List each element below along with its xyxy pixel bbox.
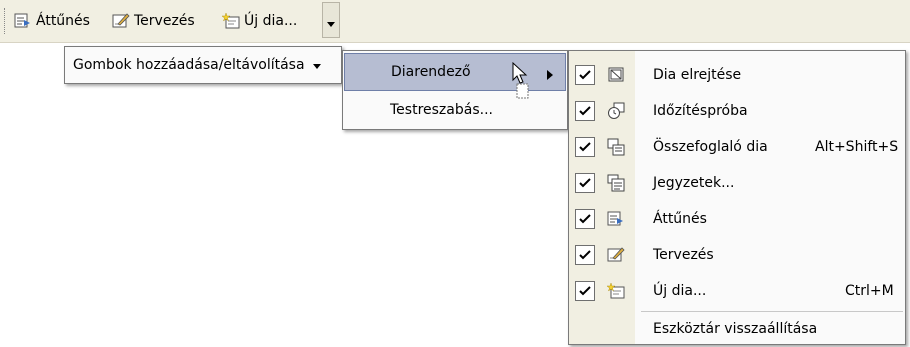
checkmark-icon[interactable] — [575, 173, 595, 193]
menu-item-label: Összefoglaló dia — [653, 139, 768, 155]
menu-item-shortcut: Ctrl+M — [845, 283, 894, 299]
rehearse-timings-icon — [607, 102, 625, 124]
menu-item-label: Tervezés — [653, 247, 714, 263]
menu-item-customize[interactable]: Testreszabás... — [344, 93, 566, 127]
menu-item-label: Áttűnés — [653, 211, 707, 227]
menu-item-reset-toolbar[interactable]: Eszköztár visszaállítása — [569, 315, 905, 343]
menu-item-slide-sorter[interactable]: Diarendező — [344, 53, 566, 91]
toolbar: Áttűnés Tervezés Új dia... — [0, 0, 910, 43]
design-icon — [607, 246, 625, 268]
menu-item-label: Új dia... — [653, 283, 707, 299]
menu-item-transition[interactable]: Áttűnés — [569, 201, 905, 237]
notes-icon — [607, 174, 625, 196]
hide-slide-icon — [607, 66, 625, 88]
checkmark-icon[interactable] — [575, 137, 595, 157]
slide-transition-icon — [607, 210, 625, 232]
add-remove-buttons-menu: Gombok hozzáadása/eltávolítása — [64, 46, 342, 84]
menu-item-label: Gombok hozzáadása/eltávolítása — [73, 57, 305, 73]
design-icon — [112, 12, 130, 30]
checkmark-icon[interactable] — [575, 281, 595, 301]
menu-item-rehearse-timings[interactable]: Időzítéspróba — [569, 93, 905, 129]
mouse-cursor-icon — [512, 61, 532, 104]
chevron-down-icon — [327, 15, 335, 31]
menu-item-shortcut: Alt+Shift+S — [815, 139, 899, 155]
menu-item-design[interactable]: Tervezés — [569, 237, 905, 273]
menu-item-label: Jegyzetek... — [653, 175, 735, 191]
toolbar-list-menu: Diarendező Testreszabás... — [342, 50, 568, 130]
toolbar-options-button[interactable] — [322, 2, 340, 38]
checkmark-icon[interactable] — [575, 245, 595, 265]
menu-item-notes[interactable]: Jegyzetek... — [569, 165, 905, 201]
toolbar-button-new-slide[interactable]: Új dia... — [222, 10, 297, 32]
new-slide-icon — [222, 12, 240, 30]
checkmark-icon[interactable] — [575, 101, 595, 121]
menu-item-label: Eszköztár visszaállítása — [653, 321, 818, 337]
new-slide-icon — [606, 282, 625, 304]
summary-slide-icon — [607, 138, 625, 160]
menu-item-label: Dia elrejtése — [653, 67, 742, 83]
submenu-arrow-icon — [547, 68, 553, 84]
toolbar-button-transition[interactable]: Áttűnés — [14, 10, 90, 32]
menu-separator — [641, 311, 903, 312]
menu-item-hide-slide[interactable]: Dia elrejtése — [569, 57, 905, 93]
slide-transition-icon — [14, 12, 32, 30]
toolbar-button-design[interactable]: Tervezés — [112, 10, 195, 32]
menu-item-summary-slide[interactable]: Összefoglaló dia Alt+Shift+S — [569, 129, 905, 165]
toolbar-label: Tervezés — [134, 13, 195, 29]
menu-item-label: Testreszabás... — [390, 102, 493, 118]
checkmark-icon[interactable] — [575, 209, 595, 229]
menu-item-new-slide[interactable]: Új dia... Ctrl+M — [569, 273, 905, 309]
menu-item-label: Időzítéspróba — [653, 103, 748, 119]
toolbar-label: Új dia... — [244, 13, 298, 29]
menu-item-label: Diarendező — [391, 64, 471, 80]
checkmark-icon[interactable] — [575, 65, 595, 85]
toolbar-label: Áttűnés — [36, 13, 90, 29]
toolbar-grip[interactable] — [4, 8, 8, 34]
triangle-down-icon — [312, 57, 321, 73]
slide-sorter-buttons-menu: Dia elrejtése Időzítéspróba Összefoglaló… — [568, 50, 906, 345]
menu-item-add-remove-buttons[interactable]: Gombok hozzáadása/eltávolítása — [73, 53, 321, 77]
